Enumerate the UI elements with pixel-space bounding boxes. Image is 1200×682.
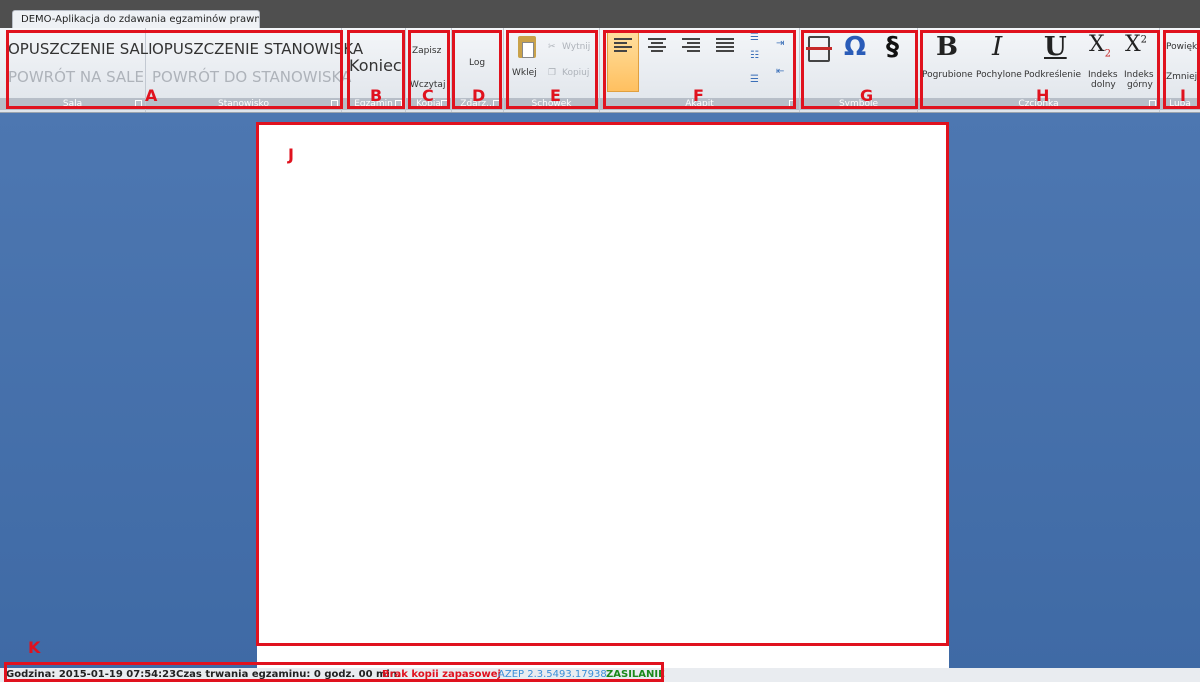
annotation-letter-b: B	[370, 86, 383, 105]
copy-button[interactable]: ❐ Kopiuj	[548, 68, 598, 82]
save-backup-button[interactable]: Zapisz	[412, 46, 441, 56]
multilevel-list-icon[interactable]: ☰	[750, 74, 759, 85]
status-duration: Czas trwania egzaminu: 0 godz. 00 min.	[176, 669, 401, 680]
dialog-launcher-icon[interactable]	[1149, 100, 1156, 107]
subscript-icon: X2	[1089, 32, 1112, 60]
scissors-icon: ✂	[548, 42, 556, 52]
dialog-launcher-icon[interactable]	[135, 100, 142, 107]
leave-station-button[interactable]: OPUSZCZENIE STANOWISKA	[152, 40, 363, 58]
bold-icon: B	[936, 32, 958, 62]
superscript-button[interactable]: X2 Indeks górny	[1122, 32, 1158, 94]
subscript-button[interactable]: X2 Indeks dolny	[1086, 32, 1120, 94]
return-room-button[interactable]: POWRÓT NA SALE	[8, 68, 144, 86]
annotation-letter-c: C	[422, 86, 434, 105]
group-symbole: Ω § Symbole	[800, 28, 918, 112]
group-label-symbole: Symbole	[800, 98, 917, 110]
italic-button[interactable]: I Pochylone	[976, 32, 1022, 92]
group-sala: OPUSZCZENIE SALI POWRÓT NA SALE Sala	[0, 28, 153, 112]
status-version: AZEP 2.3.5493.17938	[498, 669, 607, 680]
annotation-letter-f: F	[693, 86, 704, 105]
align-left-icon[interactable]	[614, 38, 632, 52]
superscript-label: Indeks	[1124, 70, 1154, 80]
group-label-sala: Sala	[0, 98, 145, 110]
italic-label: Pochylone	[976, 70, 1022, 80]
status-power: ZASILANIE	[606, 669, 665, 680]
title-bar: DEMO-Aplikacja do zdawania egzaminów pra…	[0, 0, 1200, 28]
paste-icon	[518, 36, 536, 58]
paste-button[interactable]: Wklej	[510, 34, 546, 88]
annotation-letter-a: A	[145, 86, 158, 105]
status-bar: Godzina: 2015-01-19 07:54:23 Czas trwani…	[0, 668, 1200, 682]
annotation-letter-g: G	[860, 86, 874, 105]
numbered-list-icon[interactable]: ☷	[750, 50, 759, 61]
dialog-launcher-icon[interactable]	[331, 100, 338, 107]
annotation-letter-k: K	[28, 638, 41, 657]
status-time: Godzina: 2015-01-19 07:54:23	[6, 669, 177, 680]
cut-button[interactable]: ✂ Wytnij	[548, 42, 598, 56]
align-justify-icon[interactable]	[716, 38, 734, 52]
dialog-launcher-icon[interactable]	[493, 100, 500, 107]
increase-indent-icon[interactable]: ⇥	[776, 38, 784, 49]
italic-icon: I	[992, 32, 1003, 62]
document-page[interactable]	[257, 124, 949, 670]
annotation-letter-j: J	[288, 145, 294, 164]
underline-button[interactable]: U Podkreślenie	[1024, 32, 1084, 92]
log-button[interactable]: Log	[469, 58, 485, 68]
paste-label: Wklej	[512, 68, 537, 78]
status-backup: Brak kopii zapasowej	[382, 669, 501, 680]
dialog-launcher-icon[interactable]	[789, 100, 796, 107]
leave-room-button[interactable]: OPUSZCZENIE SALI	[8, 40, 153, 58]
superscript-icon: X2	[1125, 32, 1148, 57]
omega-symbol-icon[interactable]: Ω	[844, 32, 866, 62]
annotation-letter-e: E	[550, 86, 561, 105]
underline-label: Podkreślenie	[1024, 70, 1082, 80]
superscript-label-2: górny	[1127, 80, 1153, 90]
bold-button[interactable]: B Pogrubione	[922, 32, 974, 92]
document-tab[interactable]: DEMO-Aplikacja do zdawania egzaminów pra…	[12, 10, 260, 28]
section-symbol-icon[interactable]: §	[886, 32, 899, 62]
return-station-button[interactable]: POWRÓT DO STANOWISKA	[152, 68, 351, 86]
annotation-letter-d: D	[472, 86, 486, 105]
annotation-letter-i: I	[1180, 86, 1186, 105]
subscript-label-2: dolny	[1091, 80, 1116, 90]
bullet-list-icon[interactable]: ☰	[750, 32, 759, 43]
zoom-out-button[interactable]: Zmniejsz	[1166, 72, 1200, 82]
align-right-icon[interactable]	[682, 38, 700, 52]
page-break-icon[interactable]	[806, 36, 832, 62]
subscript-label: Indeks	[1088, 70, 1118, 80]
underline-icon: U	[1044, 32, 1067, 62]
group-stanowisko: OPUSZCZENIE STANOWISKA POWRÓT DO STANOWI…	[146, 28, 363, 112]
zoom-in-button[interactable]: Powięks	[1166, 42, 1200, 52]
align-center-icon[interactable]	[648, 38, 666, 52]
cut-label: Wytnij	[562, 42, 591, 52]
finish-exam-button[interactable]: Koniec	[349, 56, 402, 75]
group-label-stanowisko: Stanowisko	[146, 98, 341, 110]
annotation-letter-h: H	[1036, 86, 1050, 105]
decrease-indent-icon[interactable]: ⇤	[776, 66, 784, 77]
dialog-launcher-icon[interactable]	[395, 100, 402, 107]
dialog-launcher-icon[interactable]	[441, 100, 448, 107]
copy-label: Kopiuj	[562, 68, 590, 78]
ribbon: OPUSZCZENIE SALI POWRÓT NA SALE Sala OPU…	[0, 28, 1200, 113]
bold-label: Pogrubione	[922, 70, 973, 80]
copy-icon: ❐	[548, 68, 557, 78]
